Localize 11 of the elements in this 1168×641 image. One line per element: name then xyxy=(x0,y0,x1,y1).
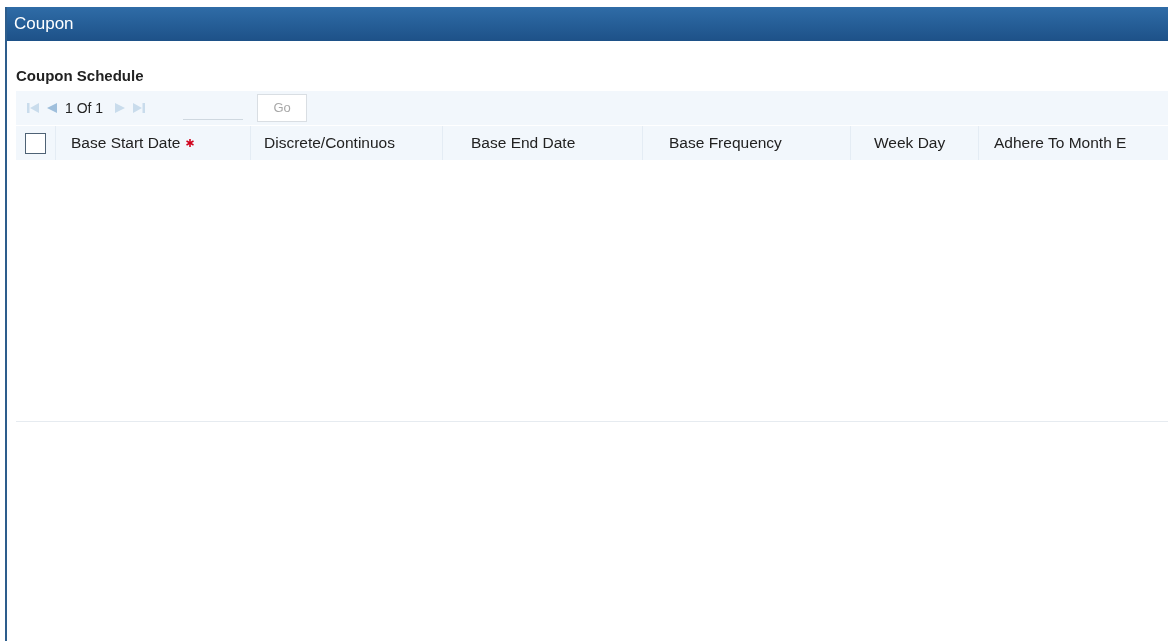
section-title: Coupon Schedule xyxy=(16,67,145,85)
column-header: Base Start Date xyxy=(55,126,250,160)
select-all-checkbox[interactable] xyxy=(25,132,46,154)
column-header: Base End Date xyxy=(442,126,642,160)
column-header: Adhere To Month E xyxy=(978,126,1168,160)
window-title: Coupon xyxy=(14,13,74,36)
column-header: Week Day xyxy=(850,126,978,160)
page-indicator: 1 Of 1 xyxy=(65,98,104,118)
column-header: Base Frequency xyxy=(642,126,850,160)
previous-page-icon[interactable] xyxy=(45,102,57,114)
column-header: Discrete/Continuos xyxy=(250,126,442,160)
